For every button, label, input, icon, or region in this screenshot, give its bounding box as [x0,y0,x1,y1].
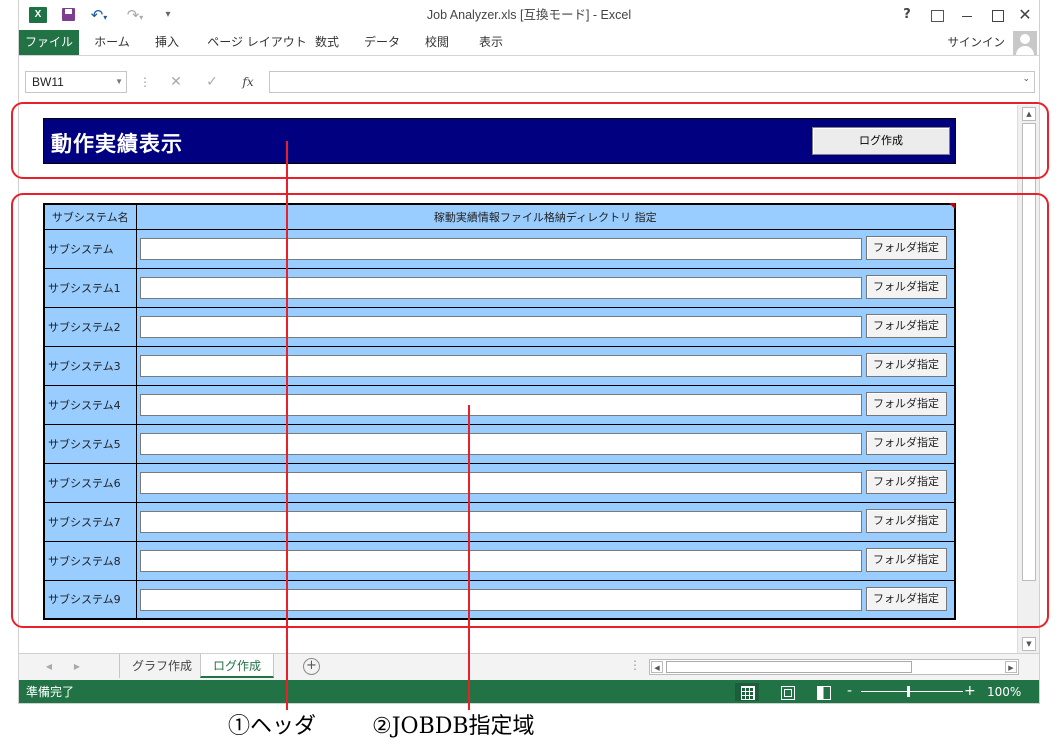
formula-bar: BW11 ▼ ⋮ ✕ ✓ fx ⌄ [19,57,1039,105]
scroll-down-icon[interactable]: ▼ [1022,637,1036,651]
sheet-tab-graph[interactable]: グラフ作成 [119,654,204,678]
status-text: 準備完了 [26,685,75,699]
page-break-view-icon[interactable] [811,683,835,701]
undo-dropdown-icon: ▾ [103,13,108,22]
zoom-slider[interactable] [861,691,963,692]
insert-function-icon[interactable]: fx [231,71,265,93]
cancel-entry-icon[interactable]: ✕ [159,71,193,93]
annotation-jobdb-outline [11,193,1049,628]
tab-formulas[interactable]: 数式 [303,30,351,55]
tab-file[interactable]: ファイル [19,30,79,55]
window-title: Job Analyzer.xls [互換モード] - Excel [426,8,632,22]
zoom-in-button[interactable]: + [964,680,976,702]
maximize-icon[interactable] [985,5,1009,25]
tab-home[interactable]: ホーム [83,30,141,55]
user-avatar-icon[interactable] [1013,31,1037,55]
tab-page-layout[interactable]: ページ レイアウト [197,30,317,55]
add-sheet-icon[interactable]: + [303,658,320,675]
sheet-tab-bar: ◀ ▶ グラフ作成 ログ作成 + ⋮ ◀ ▶ [19,653,1039,680]
sheet-tab-log[interactable]: ログ作成 [200,654,275,678]
name-box[interactable]: BW11 ▼ [25,71,127,93]
save-icon[interactable] [61,6,77,24]
excel-icon: X [29,7,47,23]
zoom-slider-thumb[interactable] [907,686,910,697]
scroll-left-icon[interactable]: ◀ [651,661,663,673]
tab-review[interactable]: 校閲 [413,30,461,55]
expand-formula-bar-icon[interactable]: ⌄ [1022,74,1030,84]
tab-insert[interactable]: 挿入 [143,30,191,55]
customize-quick-access-icon[interactable]: ▾ [161,6,175,24]
name-box-dropdown-icon[interactable]: ▼ [115,72,123,92]
annotation-jobdb-pointer [468,405,470,710]
redo-dropdown-icon: ▾ [139,13,144,22]
page-layout-view-icon[interactable] [775,683,799,701]
ribbon-display-options-icon[interactable] [925,5,949,25]
status-bar: 準備完了 - + 100% [19,680,1039,703]
previous-sheet-icon[interactable]: ◀ [41,659,57,675]
undo-icon: ↶ [90,6,104,24]
annotation-header-label: ①ヘッダ [228,714,317,739]
formula-bar-handle-icon[interactable]: ⋮ [139,71,151,93]
horizontal-scrollbar[interactable]: ◀ ▶ [649,659,1019,675]
undo-button[interactable]: ↶▾ [85,6,113,24]
zoom-out-button[interactable]: - [847,680,852,702]
tab-data[interactable]: データ [355,30,409,55]
next-sheet-icon[interactable]: ▶ [69,659,85,675]
close-icon[interactable]: ✕ [1013,5,1037,25]
help-button[interactable]: ? [895,5,919,25]
horizontal-scroll-thumb[interactable] [666,661,912,673]
tab-view[interactable]: 表示 [467,30,515,55]
scroll-right-icon[interactable]: ▶ [1005,661,1017,673]
zoom-level[interactable]: 100% [987,680,1021,703]
minimize-icon[interactable] [955,5,979,25]
name-box-value: BW11 [32,75,64,89]
annotation-jobdb-label: ②JOBDB指定域 [372,714,535,739]
formula-input[interactable]: ⌄ [269,71,1035,93]
redo-button[interactable]: ↷▾ [121,6,149,24]
redo-icon: ↷ [126,6,140,24]
tab-split-handle-icon[interactable]: ⋮ [629,658,641,672]
normal-view-icon[interactable] [735,683,759,701]
annotation-header-pointer [286,141,288,710]
signin-link[interactable]: サインイン [948,30,1006,55]
title-bar: X ↶▾ ↷▾ ▾ Job Analyzer.xls [互換モード] - Exc… [19,0,1039,30]
annotation-header-outline [11,102,1049,179]
enter-entry-icon[interactable]: ✓ [195,71,229,93]
ribbon-tabs: ファイル ホーム 挿入 ページ レイアウト 数式 データ 校閲 表示 サインイン [19,30,1039,56]
